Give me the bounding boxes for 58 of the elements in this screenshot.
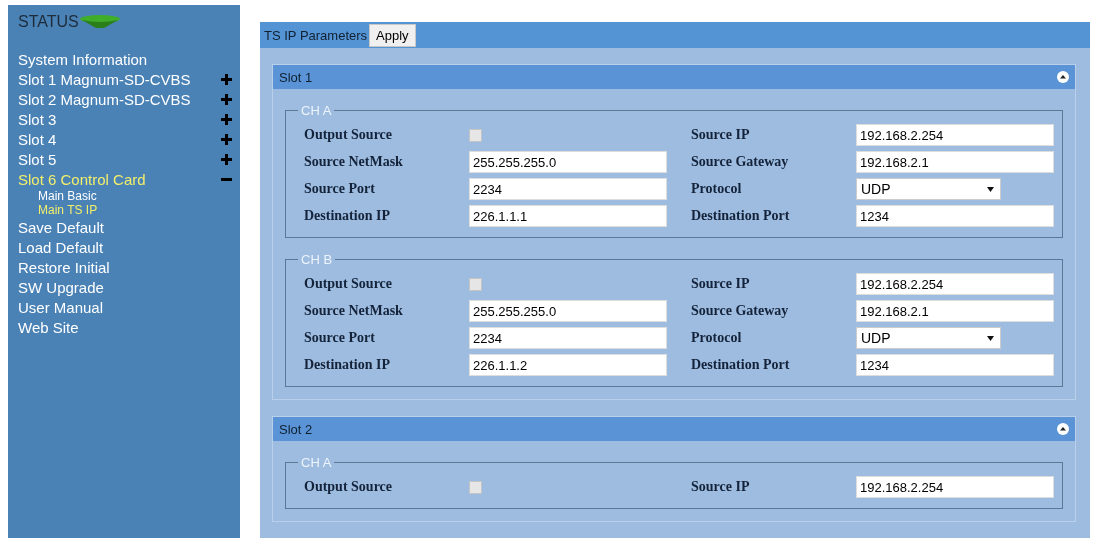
field-label: Source IP — [691, 127, 751, 143]
field-label: Protocol — [691, 181, 743, 197]
nav-link[interactable]: Web Site — [18, 318, 79, 336]
nav-link[interactable]: SW Upgrade — [18, 278, 104, 296]
nav-sublink[interactable]: Main Basic — [38, 189, 97, 203]
text-field[interactable]: 192.168.2.254 — [856, 273, 1054, 295]
page-title: TS IP Parameters — [264, 27, 368, 43]
text-field[interactable]: 255.255.255.0 — [469, 300, 667, 322]
field-label: Protocol — [691, 330, 743, 346]
text-field[interactable]: 2234 — [469, 178, 667, 200]
nav-link[interactable]: Slot 1 Magnum-SD-CVBS — [18, 70, 191, 88]
field-label: Source NetMask — [304, 154, 404, 170]
field-label: Source Port — [304, 181, 376, 197]
text-field[interactable]: 226.1.1.2 — [469, 354, 667, 376]
field-label: Destination Port — [691, 208, 791, 224]
protocol-dropdown[interactable]: UDP — [856, 327, 1001, 349]
nav-link[interactable]: Restore Initial — [18, 258, 110, 276]
field-label: Source NetMask — [304, 303, 404, 319]
slot-header[interactable]: Slot 1 — [273, 65, 1075, 89]
field-label: Destination IP — [304, 357, 391, 373]
slot-header[interactable]: Slot 2 — [273, 417, 1075, 441]
field-label: Source IP — [691, 276, 751, 292]
field-label: Destination Port — [691, 357, 791, 373]
text-field[interactable]: 1234 — [856, 205, 1054, 227]
field-label: Output Source — [304, 127, 394, 143]
field-label: Source Gateway — [691, 154, 790, 170]
field-label: Destination IP — [304, 208, 391, 224]
text-field[interactable]: 192.168.2.254 — [856, 476, 1054, 498]
nav-link[interactable]: Slot 6 Control Card — [18, 170, 146, 188]
nav-link[interactable]: User Manual — [18, 298, 104, 316]
field-label: Source Port — [304, 330, 376, 346]
status-title: STATUS — [18, 13, 79, 31]
field-label: Source Gateway — [691, 303, 790, 319]
nav-link[interactable]: Load Default — [18, 238, 104, 256]
field-label: Source IP — [691, 479, 751, 495]
nav-link[interactable]: System Information — [18, 50, 148, 68]
text-field[interactable]: 192.168.2.254 — [856, 124, 1054, 146]
nav-link[interactable]: Slot 2 Magnum-SD-CVBS — [18, 90, 191, 108]
channel-legend: CH B — [298, 252, 336, 267]
slot-title: Slot 2 — [279, 421, 313, 437]
field-label: Output Source — [304, 276, 394, 292]
channel-legend: CH A — [298, 455, 335, 470]
text-field[interactable]: 255.255.255.0 — [469, 151, 667, 173]
channel-legend: CH A — [298, 103, 335, 118]
text-field[interactable]: 2234 — [469, 327, 667, 349]
text-field[interactable]: 192.168.2.1 — [856, 300, 1054, 322]
apply-button[interactable]: Apply — [369, 23, 416, 47]
text-field[interactable]: 1234 — [856, 354, 1054, 376]
slot-title: Slot 1 — [279, 69, 313, 85]
text-field[interactable]: 192.168.2.1 — [856, 151, 1054, 173]
text-field[interactable]: 226.1.1.1 — [469, 205, 667, 227]
nav-link[interactable]: Slot 4 — [18, 130, 57, 148]
nav-link[interactable]: Slot 5 — [18, 150, 57, 168]
nav-link[interactable]: Save Default — [18, 218, 104, 236]
field-label: Output Source — [304, 479, 394, 495]
nav-link[interactable]: Slot 3 — [18, 110, 57, 128]
protocol-dropdown[interactable]: UDP — [856, 178, 1001, 200]
nav-sublink[interactable]: Main TS IP — [38, 203, 98, 217]
